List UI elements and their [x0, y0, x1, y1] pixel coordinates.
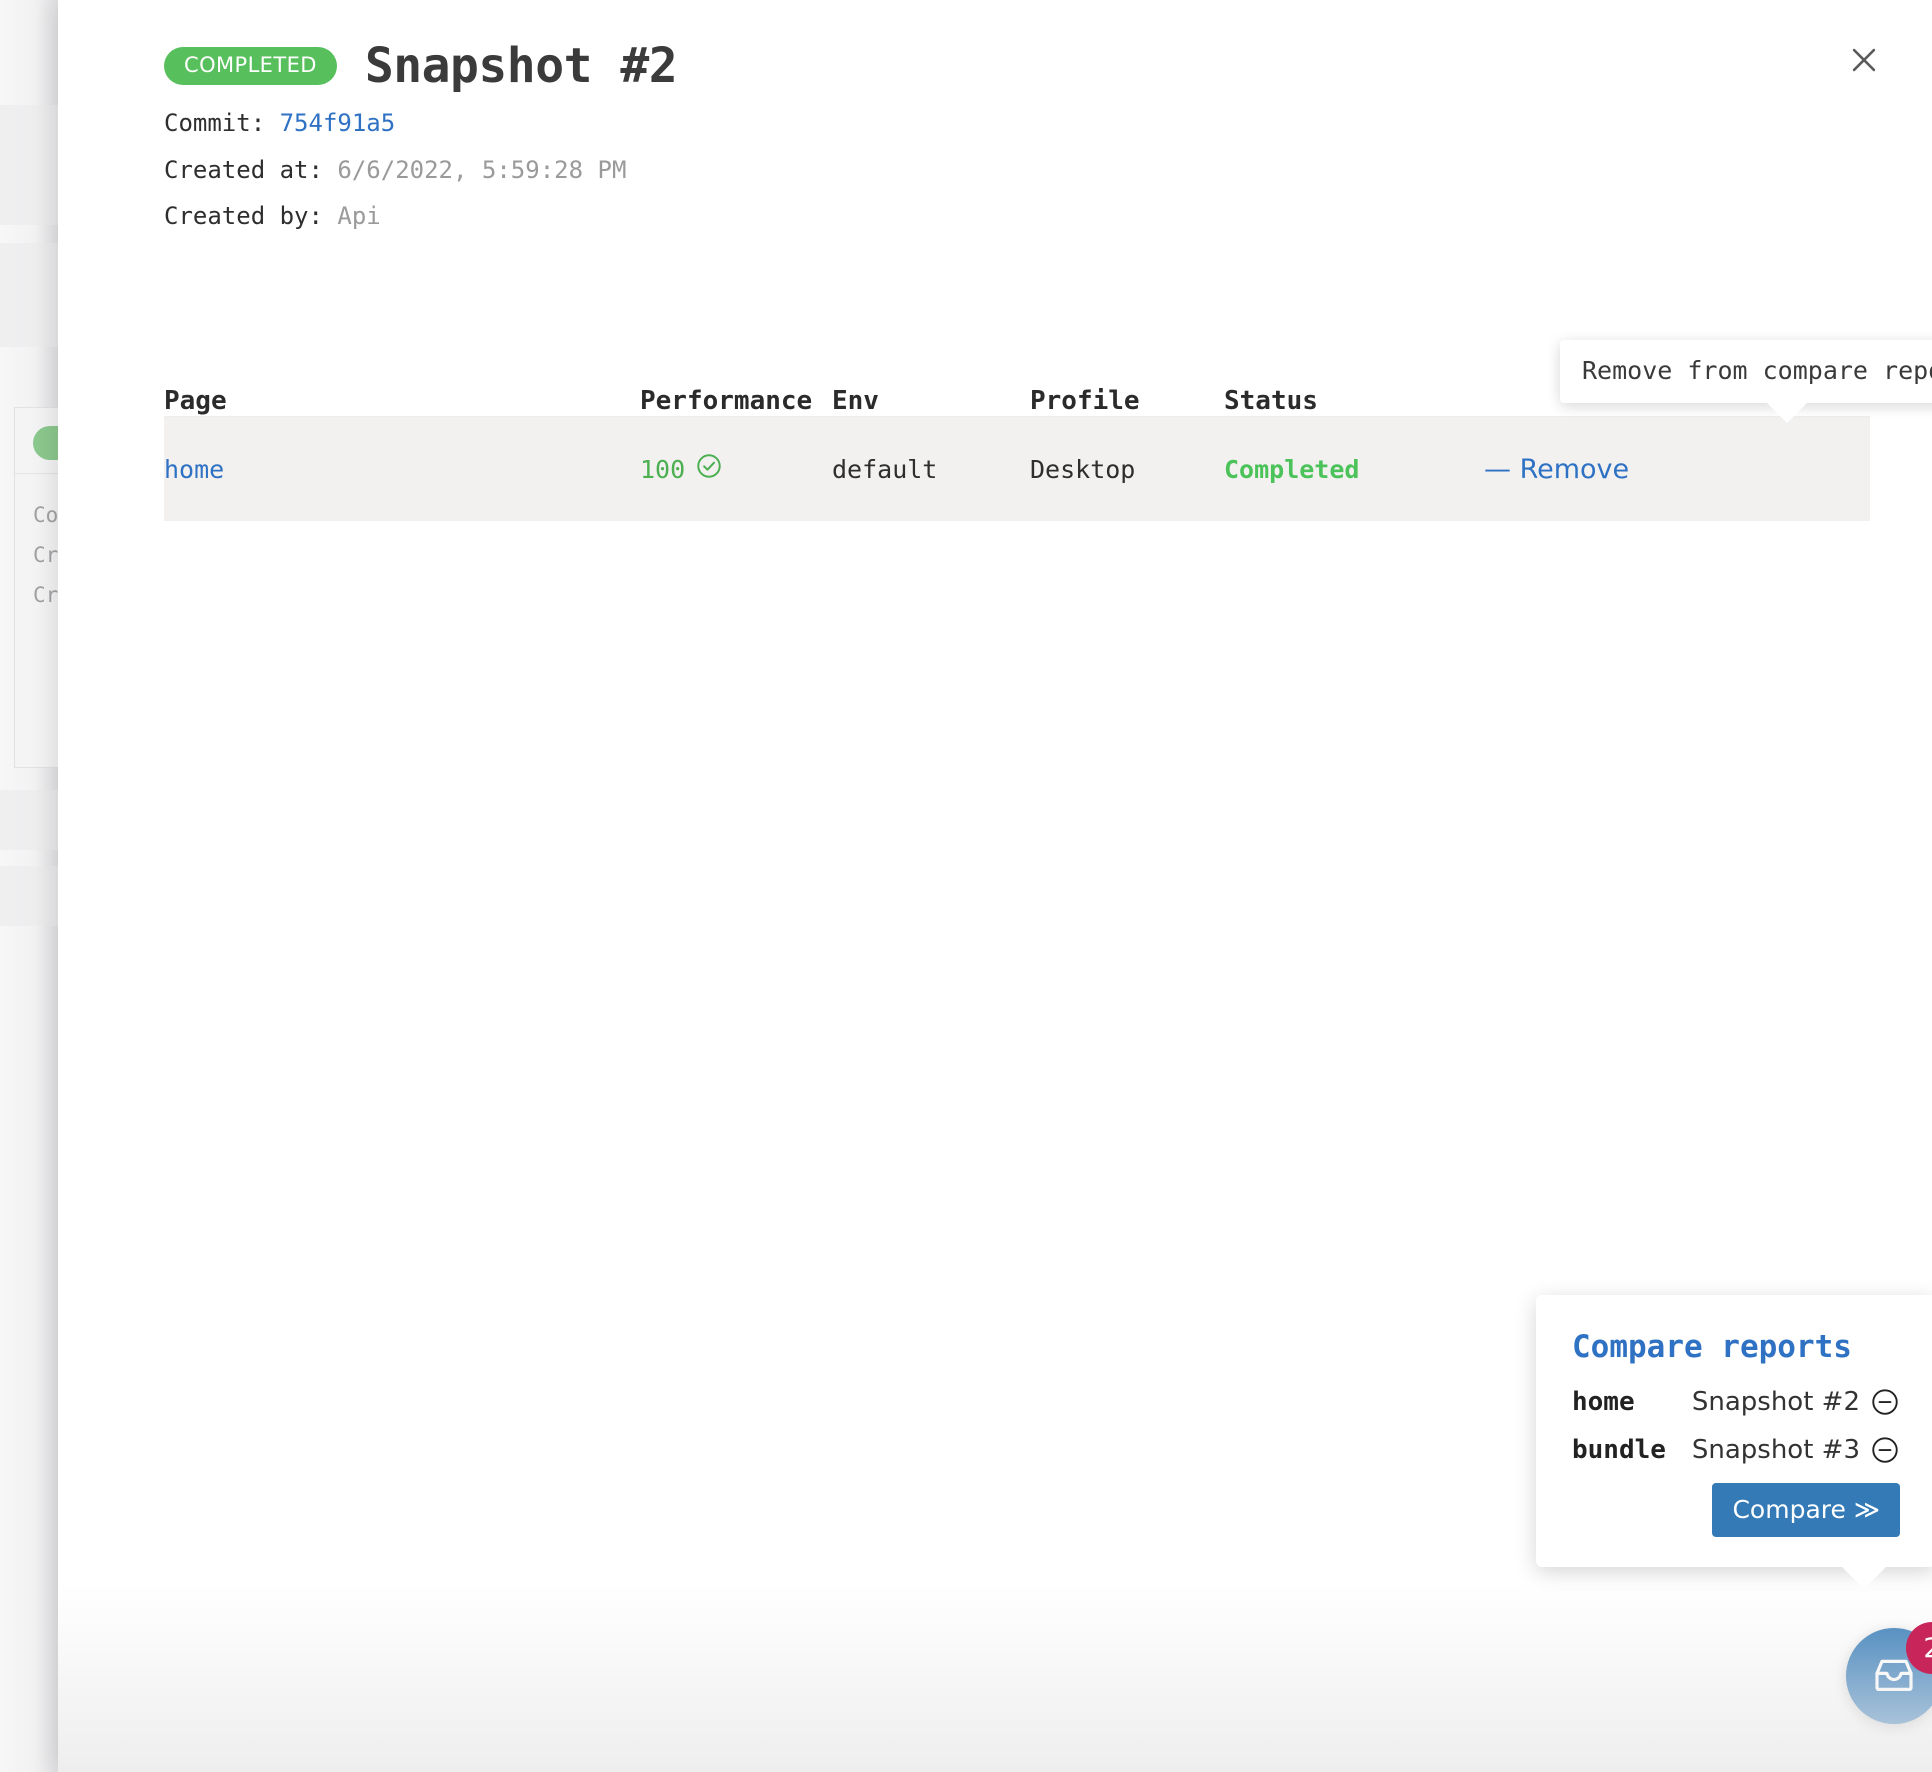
- meta-commit-link[interactable]: 754f91a5: [280, 109, 396, 137]
- list-item: bundle Snapshot #3: [1572, 1435, 1900, 1465]
- compare-button[interactable]: Compare ≫: [1712, 1483, 1900, 1537]
- remove-tooltip: Remove from compare reports: [1560, 340, 1932, 423]
- background-card: ✓ Co Cr Cr: [14, 407, 93, 768]
- tooltip-text: Remove from compare reports: [1582, 356, 1932, 385]
- compare-item-snapshot: Snapshot #2: [1691, 1387, 1860, 1417]
- background-band: [0, 790, 58, 850]
- background-band: [0, 866, 58, 926]
- background-strip: ✓ Co Cr Cr: [0, 0, 93, 1772]
- meta-created-by-label: Created by:: [164, 202, 323, 231]
- minus-circle-icon[interactable]: [1870, 1387, 1900, 1417]
- meta-created-at-label: Created at:: [164, 155, 323, 184]
- column-header-profile: Profile: [1030, 386, 1140, 416]
- column-header-status: Status: [1224, 386, 1318, 416]
- snapshot-detail-modal: COMPLETED Snapshot #2 Commit: 754f91a5 C…: [58, 0, 1932, 1772]
- cell-page: home: [164, 455, 640, 484]
- background-text-line: Co: [33, 503, 59, 527]
- status-badge: COMPLETED: [164, 47, 337, 85]
- check-circle-icon: [695, 452, 723, 486]
- page-title: Snapshot #2: [364, 38, 678, 94]
- snapshot-meta: Commit: 754f91a5 Created at: 6/6/2022, 5…: [164, 108, 626, 248]
- background-band: [0, 105, 58, 225]
- minus-circle-icon[interactable]: [1870, 1435, 1900, 1465]
- compare-reports-title: Compare reports: [1572, 1329, 1852, 1365]
- meta-created-by: Created by: Api: [164, 201, 626, 232]
- cell-status: Completed: [1224, 455, 1484, 484]
- close-icon[interactable]: [1840, 36, 1888, 84]
- cell-env: default: [832, 454, 938, 484]
- compare-reports-panel: Compare reports home Snapshot #2 bundle …: [1536, 1295, 1932, 1589]
- column-header-performance: Performance: [640, 386, 813, 416]
- cell-profile: Desktop: [1030, 454, 1136, 484]
- column-header-page: Page: [164, 386, 227, 416]
- list-item: home Snapshot #2: [1572, 1387, 1900, 1417]
- background-band: [0, 243, 58, 347]
- compare-item-page: bundle: [1572, 1435, 1666, 1465]
- background-text-line: Cr: [33, 543, 59, 567]
- cell-performance: 100: [640, 452, 832, 486]
- meta-commit: Commit: 754f91a5: [164, 108, 626, 139]
- compare-item-page: home: [1572, 1387, 1635, 1417]
- meta-created-at: Created at: 6/6/2022, 5:59:28 PM: [164, 155, 626, 186]
- cell-action: — Remove: [1484, 454, 1870, 485]
- page-link-home[interactable]: home: [164, 455, 224, 484]
- compare-item-snapshot: Snapshot #3: [1691, 1435, 1860, 1465]
- background-text-line: Cr: [33, 583, 59, 607]
- table-row: home 100 default Desktop Completed — Rem…: [164, 417, 1870, 521]
- performance-score: 100: [640, 454, 686, 484]
- column-header-env: Env: [832, 386, 879, 416]
- status-badge-completed: Completed: [1224, 454, 1360, 484]
- modal-header: COMPLETED Snapshot #2: [164, 38, 678, 94]
- meta-commit-label: Commit:: [164, 109, 266, 137]
- meta-created-at-value: 6/6/2022, 5:59:28 PM: [337, 155, 627, 184]
- remove-from-compare-button[interactable]: — Remove: [1484, 454, 1629, 485]
- modal-bottom-fade: [58, 1582, 1932, 1772]
- meta-created-by-value: Api: [337, 202, 381, 231]
